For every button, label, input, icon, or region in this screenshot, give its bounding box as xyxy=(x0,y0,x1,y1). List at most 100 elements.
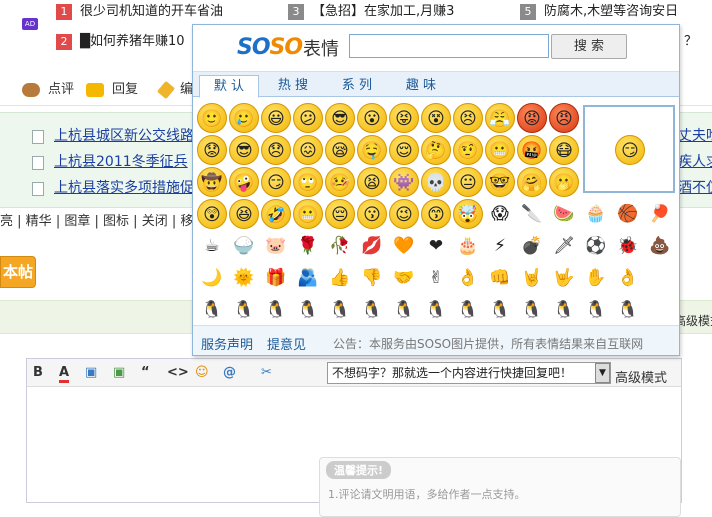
emoji-cell[interactable]: 😟 xyxy=(197,135,227,165)
emoji-cell[interactable]: 😉 xyxy=(389,199,419,229)
bold-button[interactable]: B xyxy=(33,365,43,380)
code-button[interactable]: <> xyxy=(167,365,189,380)
reply-action[interactable]: 回复 xyxy=(86,78,138,97)
emoji-cell[interactable]: 👍 xyxy=(325,263,355,293)
tool-close[interactable]: 关闭 xyxy=(142,214,168,229)
emoji-cell[interactable]: 🍉 xyxy=(549,199,579,229)
emoji-cell[interactable]: 😲 xyxy=(197,199,227,229)
emoji-cell[interactable]: 😔 xyxy=(325,199,355,229)
news-link-right[interactable]: 疾人求 xyxy=(678,151,712,171)
emoji-cell[interactable]: 😷 xyxy=(549,135,579,165)
emoji-cell[interactable]: 🐧 xyxy=(517,295,547,325)
emoji-cell[interactable]: 🐧 xyxy=(197,295,227,325)
emoji-cell[interactable]: 🐧 xyxy=(613,295,643,325)
emoji-cell[interactable]: 🤤 xyxy=(357,135,387,165)
search-button[interactable]: 搜 索 xyxy=(551,34,627,59)
emoji-cell[interactable]: 🤝 xyxy=(389,263,419,293)
emoji-cell[interactable]: 😕 xyxy=(293,103,323,133)
emoji-cell[interactable]: 😐 xyxy=(453,167,483,197)
emoji-cell[interactable]: 🐧 xyxy=(453,295,483,325)
attachment-button[interactable]: ✂ xyxy=(261,365,272,380)
emoji-cell[interactable]: ✌ xyxy=(421,263,451,293)
emoji-cell[interactable]: 🐧 xyxy=(549,295,579,325)
emoji-cell[interactable]: 🤨 xyxy=(453,135,483,165)
emoji-cell[interactable]: 🥀 xyxy=(325,231,355,261)
emoji-cell[interactable]: 🌹 xyxy=(293,231,323,261)
news-link[interactable]: 上杭县落实多项措施促 xyxy=(54,180,194,196)
emoji-cell[interactable]: 😮 xyxy=(357,103,387,133)
emoji-cell[interactable]: 🤓 xyxy=(485,167,515,197)
emoji-cell[interactable]: 🧁 xyxy=(581,199,611,229)
emoji-cell[interactable]: 🐧 xyxy=(293,295,323,325)
post-button[interactable]: 本帖 xyxy=(0,256,36,288)
media-button[interactable]: ▣ xyxy=(113,365,125,380)
emoji-cell[interactable]: 😌 xyxy=(389,135,419,165)
emoji-cell[interactable]: 🐷 xyxy=(261,231,291,261)
emoji-cell[interactable]: 👾 xyxy=(389,167,419,197)
emoji-cell[interactable]: 😤 xyxy=(485,103,515,133)
emoji-cell[interactable]: 👊 xyxy=(485,263,515,293)
advanced-mode-toggle[interactable]: 高级模式 xyxy=(615,367,667,386)
font-color-button[interactable]: A xyxy=(59,365,70,383)
emoji-cell[interactable]: 🧡 xyxy=(389,231,419,261)
emoji-cell[interactable]: ✋ xyxy=(581,263,611,293)
emoji-cell[interactable]: 🤪 xyxy=(229,167,259,197)
news-link-right[interactable]: 酒不仅 xyxy=(678,177,712,197)
emoji-cell[interactable]: ⚽ xyxy=(581,231,611,261)
emoji-cell[interactable]: 🤘 xyxy=(517,263,547,293)
emoji-cell[interactable]: 🎁 xyxy=(261,263,291,293)
emoji-cell[interactable]: 💩 xyxy=(645,231,675,261)
emoji-cell[interactable]: 😆 xyxy=(229,199,259,229)
emoji-cell[interactable]: 😵 xyxy=(421,103,451,133)
tab-default[interactable]: 默 认 xyxy=(199,75,259,98)
emoji-cell[interactable]: 😏 xyxy=(261,167,291,197)
emoji-cell[interactable]: ⚡ xyxy=(485,231,515,261)
emoji-cell[interactable]: 🎂 xyxy=(453,231,483,261)
reply-editor[interactable]: B A ▣ ▣ “ <> ☺ @ ✂ 不想码字？那就选一个内容进行快捷回复吧！ … xyxy=(26,358,682,517)
emoji-cell[interactable]: 🐧 xyxy=(421,295,451,325)
emoji-cell[interactable]: 😬 xyxy=(293,199,323,229)
tool-digest[interactable]: 精华 xyxy=(26,214,52,229)
emoji-cell[interactable]: ☕ xyxy=(197,231,227,261)
emoji-cell[interactable]: 💀 xyxy=(421,167,451,197)
emoji-cell[interactable]: 🐧 xyxy=(261,295,291,325)
mention-button[interactable]: @ xyxy=(223,365,236,380)
emoji-cell[interactable]: 😫 xyxy=(357,167,387,197)
feedback-link[interactable]: 提意见 xyxy=(267,334,306,353)
emoji-cell[interactable]: 🤣 xyxy=(261,199,291,229)
emoji-cell[interactable]: 😪 xyxy=(325,135,355,165)
emoji-cell[interactable]: 💋 xyxy=(357,231,387,261)
emoji-cell[interactable]: 🫢 xyxy=(549,167,579,197)
emoji-cell[interactable]: 😙 xyxy=(421,199,451,229)
news-link[interactable]: 上杭县2011冬季征兵 xyxy=(54,154,188,170)
emoji-cell[interactable]: 🤒 xyxy=(325,167,355,197)
quick-reply-select[interactable]: 不想码字？那就选一个内容进行快捷回复吧！ xyxy=(327,362,611,384)
hot-item[interactable]: 2 █如何养猪年赚10 xyxy=(56,32,185,52)
list-item[interactable]: 上杭县落实多项措施促 xyxy=(32,177,194,199)
tool-icon[interactable]: 图标 xyxy=(103,214,129,229)
quote-button[interactable]: “ xyxy=(141,365,150,380)
emoji-cell[interactable]: 🙄 xyxy=(293,167,323,197)
edit-action[interactable]: 编 xyxy=(156,78,193,99)
emoji-cell[interactable]: 😣 xyxy=(453,103,483,133)
chevron-down-icon[interactable]: ▼ xyxy=(595,363,610,383)
emoji-cell[interactable]: 😱 xyxy=(485,199,515,229)
emoji-cell[interactable]: 😞 xyxy=(261,135,291,165)
emoji-cell[interactable]: 🤠 xyxy=(197,167,227,197)
tab-fun[interactable]: 趣 味 xyxy=(391,75,451,98)
emoji-cell[interactable]: 🐧 xyxy=(229,295,259,325)
emoji-cell[interactable]: 🤟 xyxy=(549,263,579,293)
emoji-cell[interactable]: 🌞 xyxy=(229,263,259,293)
tool-highlight[interactable]: 亮 xyxy=(0,214,13,229)
emoji-cell[interactable]: 👎 xyxy=(357,263,387,293)
emoji-cell[interactable]: 😎 xyxy=(229,135,259,165)
emoji-cell[interactable]: 😎 xyxy=(325,103,355,133)
emoji-cell[interactable]: 🐧 xyxy=(581,295,611,325)
image-button[interactable]: ▣ xyxy=(85,365,97,380)
emoji-cell[interactable]: 🌙 xyxy=(197,263,227,293)
emoji-search-input[interactable] xyxy=(349,34,549,58)
emoji-cell[interactable]: 😡 xyxy=(517,103,547,133)
tab-hot[interactable]: 热 搜 xyxy=(263,75,323,98)
news-link[interactable]: 上杭县城区新公交线路 xyxy=(54,128,194,144)
emoji-cell[interactable]: 🫂 xyxy=(293,263,323,293)
